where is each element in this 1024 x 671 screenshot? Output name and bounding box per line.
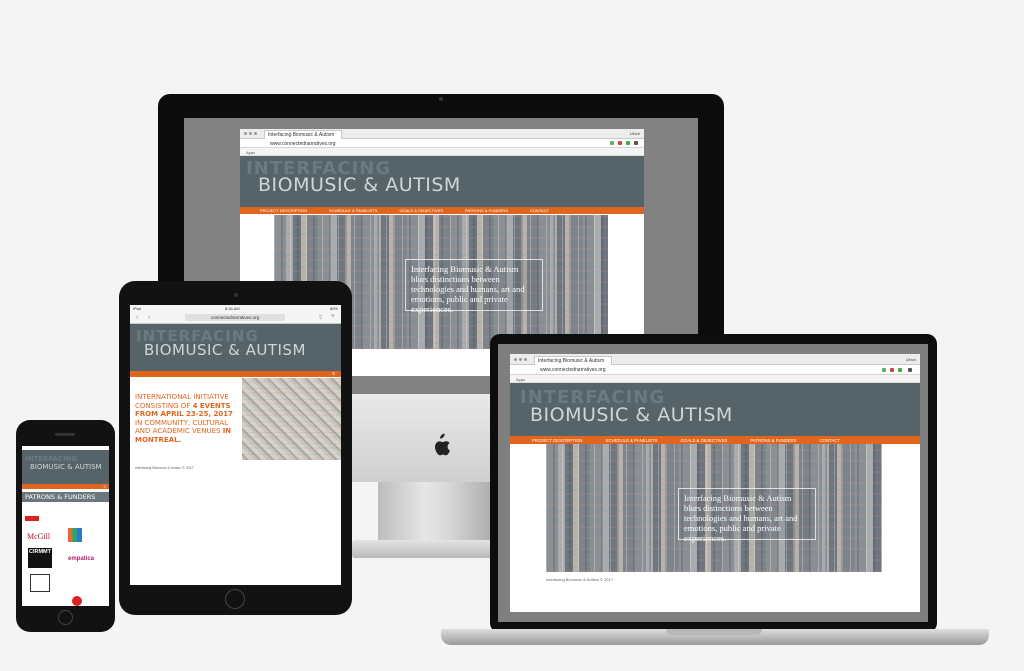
browser-user[interactable]: Ulrich [906, 357, 916, 362]
m-logo [68, 528, 82, 542]
site-nav-mobile: ≡ [22, 484, 109, 489]
nav-contact[interactable]: CONTACT [530, 208, 549, 213]
hero-quote: Interfacing Biomusic & Autism blurs dist… [678, 488, 816, 543]
apple-logo-icon [435, 433, 450, 456]
hamburger-icon[interactable]: ≡ [104, 484, 106, 489]
url-field[interactable]: www.connectednarratives.org [540, 367, 606, 373]
extension-icon[interactable] [618, 141, 622, 145]
hero-image: Interfacing Biomusic & Autism blurs dist… [546, 444, 882, 572]
site-nav: PROJECT DESCRIPTION SCHEDULE & PANELISTS… [510, 436, 920, 444]
menu-icon[interactable] [908, 368, 912, 372]
nav-contact[interactable]: CONTACT [820, 438, 840, 443]
address-bar: www.connectednarratives.org [240, 139, 644, 148]
share-icon[interactable]: ⇪ [318, 314, 323, 321]
ipad-home-button[interactable] [225, 589, 245, 609]
section-header: PATRONS & FUNDERS [22, 492, 109, 502]
forward-icon[interactable]: › [148, 314, 150, 321]
site-title: BIOMUSIC & AUTISM [30, 463, 102, 471]
extension-icon[interactable] [890, 368, 894, 372]
ipad-camera [234, 293, 238, 297]
extension-icon[interactable] [898, 368, 902, 372]
safari-toolbar: ‹ › connectednarratives.org ⇪ + [130, 312, 341, 324]
intro-image [242, 378, 341, 460]
site-title: BIOMUSIC & AUTISM [530, 404, 733, 426]
site-header: INTERFACING BIOMUSIC & AUTISM [130, 324, 341, 371]
browser-tab[interactable]: Interfacing Biomusic & Autism [264, 130, 342, 139]
browser-tab[interactable]: Interfacing Biomusic & Autism [534, 356, 612, 365]
extension-icon[interactable] [610, 141, 614, 145]
browser-user[interactable]: Ulrich [630, 131, 640, 136]
browser-titlebar: Interfacing Biomusic & Autism Ulrich [240, 129, 644, 139]
iphone-speaker [55, 433, 75, 436]
hamburger-icon[interactable]: ≡ [332, 371, 335, 377]
status-time: 8:34 AM [225, 306, 240, 311]
iphone-home-button[interactable] [58, 610, 73, 625]
hero-quote: Interfacing Biomusic & Autism blurs dist… [405, 259, 543, 314]
canada-flag-logo [25, 516, 39, 521]
site-nav-mobile: ≡ [130, 371, 341, 377]
nav-schedule[interactable]: SCHEDULE & PANELISTS [329, 208, 377, 213]
nav-project-description[interactable]: PROJECT DESCRIPTION [532, 438, 583, 443]
ipad-status-bar: iPad 8:34 AM 80% [130, 305, 341, 312]
intro-part-3: IN COMMUNITY, CULTURAL AND ACADEMIC VENU… [135, 418, 229, 436]
extension-icon[interactable] [882, 368, 886, 372]
window-controls[interactable] [514, 358, 527, 361]
site-title: BIOMUSIC & AUTISM [258, 174, 461, 196]
menu-icon[interactable] [634, 141, 638, 145]
imac-stand [378, 482, 496, 544]
site-header: INTERFACING BIOMUSIC & AUTISM [22, 450, 109, 484]
back-icon[interactable]: ‹ [136, 314, 138, 321]
mcgill-logo: McGill [27, 532, 51, 541]
url-field[interactable]: www.connectednarratives.org [270, 141, 336, 147]
extension-icon[interactable] [626, 141, 630, 145]
nav-patrons[interactable]: PATRONS & FUNDERS [750, 438, 796, 443]
bookmarks-bar[interactable]: Apps [240, 148, 644, 156]
nav-project-description[interactable]: PROJECT DESCRIPTION [260, 208, 307, 213]
site-title-top: INTERFACING [25, 455, 78, 463]
empatica-logo: empatica [68, 556, 95, 562]
site-footer: Interfacing Biomusic & Autism © 2017 [135, 466, 194, 470]
cirmmt-logo: CIRMMT [28, 548, 52, 568]
section-title: PATRONS & FUNDERS [25, 493, 96, 501]
site-header: INTERFACING BIOMUSIC & AUTISM [510, 383, 920, 436]
patron-logo [30, 574, 50, 592]
imac-camera [439, 97, 443, 101]
nav-goals[interactable]: GOALS & OBJECTIVES [681, 438, 728, 443]
site-footer: Interfacing Biomusic & Autism © 2017 [546, 577, 613, 582]
nav-goals[interactable]: GOALS & OBJECTIVES [399, 208, 443, 213]
site-nav: PROJECT DESCRIPTION SCHEDULE & PANELISTS… [240, 207, 644, 214]
status-device: iPad [133, 306, 142, 311]
address-bar: www.connectednarratives.org [510, 365, 920, 375]
intro-text: INTERNATIONAL INITIATIVE CONSISTING OF 4… [135, 393, 239, 444]
new-tab-icon[interactable]: + [331, 313, 335, 320]
ipad-screen: iPad 8:34 AM 80% ‹ › connectednarratives… [130, 305, 341, 585]
laptop-screen: Interfacing Biomusic & Autism Ulrich www… [510, 354, 920, 612]
site-title: BIOMUSIC & AUTISM [144, 341, 306, 359]
iphone-screen: INTERFACING BIOMUSIC & AUTISM ≡ PATRONS … [22, 446, 109, 606]
site-header: INTERFACING BIOMUSIC & AUTISM [240, 156, 644, 207]
browser-titlebar: Interfacing Biomusic & Autism Ulrich [510, 354, 920, 365]
bookmarks-bar[interactable]: Apps [510, 375, 920, 383]
laptop-notch [666, 629, 762, 635]
nav-schedule[interactable]: SCHEDULE & PANELISTS [606, 438, 658, 443]
url-field[interactable]: connectednarratives.org [185, 314, 285, 321]
status-battery: 80% [329, 306, 338, 311]
window-controls[interactable] [244, 132, 257, 135]
nav-patrons[interactable]: PATRONS & FUNDERS [465, 208, 508, 213]
patron-logo [72, 596, 82, 606]
